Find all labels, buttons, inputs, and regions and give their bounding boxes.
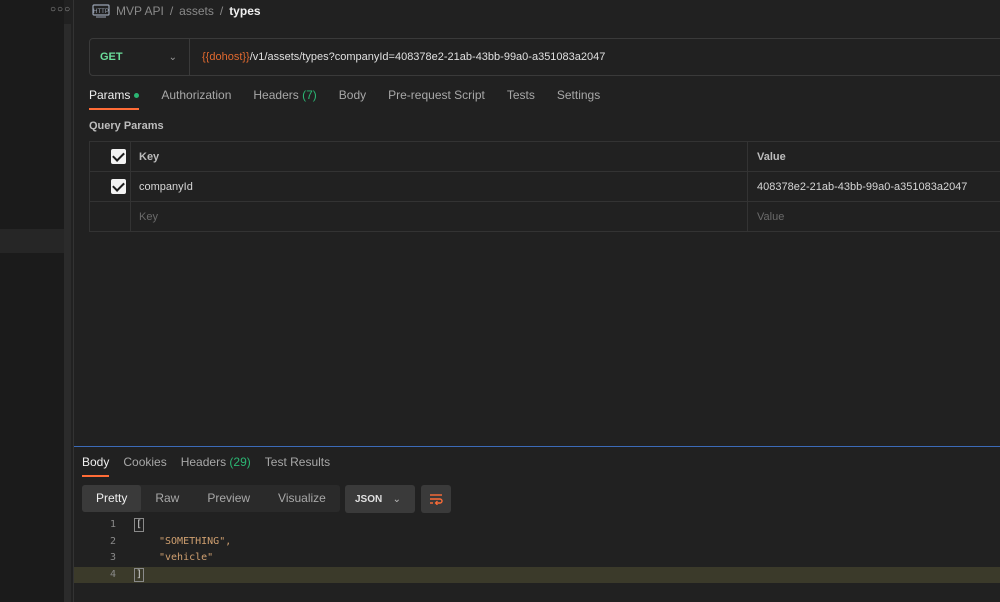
pane-resize-handle[interactable] <box>74 446 1000 447</box>
tab-pre-request-script[interactable]: Pre-request Script <box>388 88 485 108</box>
key-column-header: Key <box>139 151 160 163</box>
format-label: JSON <box>355 493 383 505</box>
response-body-editor[interactable]: 1 [ 2 "SOMETHING", 3 "vehicle" 4 ] <box>74 517 1000 583</box>
tab-response-headers[interactable]: Headers (29) <box>181 455 251 475</box>
method-label: GET <box>100 51 123 63</box>
tab-body[interactable]: Body <box>339 88 366 108</box>
left-sidebar: ○○○ <box>0 0 70 602</box>
breadcrumb-current[interactable]: types <box>229 4 260 18</box>
wrap-lines-icon <box>430 494 443 505</box>
breadcrumb-separator: / <box>219 4 224 18</box>
breadcrumb-collection[interactable]: MVP API <box>116 4 164 18</box>
url-input[interactable]: {{dohost}}/v1/assets/types?companyId=408… <box>190 51 605 63</box>
visualize-button[interactable]: Visualize <box>264 485 340 512</box>
tab-response-body[interactable]: Body <box>82 455 110 477</box>
table-row: companyId 408378e2-21ab-43bb-99a0-a35108… <box>90 172 1000 202</box>
headers-count: (7) <box>302 88 317 102</box>
tab-tests[interactable]: Tests <box>507 88 535 108</box>
code-text: ] <box>134 567 145 582</box>
breadcrumb-separator: / <box>169 4 174 18</box>
method-select[interactable]: GET ⌄ <box>90 39 190 75</box>
ellipsis-icon[interactable]: ○○○ <box>50 4 71 15</box>
preview-button[interactable]: Preview <box>193 485 264 512</box>
table-header-row: Key Value <box>90 142 1000 172</box>
chevron-down-icon: ⌄ <box>392 493 401 505</box>
param-value[interactable]: 408378e2-21ab-43bb-99a0-a351083a2047 <box>757 181 967 193</box>
param-key[interactable]: companyId <box>139 181 193 193</box>
url-variable: {{dohost}} <box>202 51 250 63</box>
line-number: 4 <box>109 568 116 580</box>
table-row-new: Key Value <box>90 202 1000 232</box>
select-all-checkbox[interactable] <box>111 149 126 164</box>
code-line: 2 "SOMETHING", <box>74 534 1000 551</box>
params-active-dot <box>134 93 140 99</box>
param-enabled-checkbox[interactable] <box>111 179 126 194</box>
new-value-input[interactable]: Value <box>757 211 784 223</box>
wrap-lines-button[interactable] <box>421 485 451 513</box>
query-params-title: Query Params <box>89 120 164 132</box>
svg-text:HTTP: HTTP <box>93 9 109 15</box>
tab-params[interactable]: Params <box>89 88 140 110</box>
code-text: [ <box>134 518 145 532</box>
code-line-current: 4 ] <box>74 566 1000 583</box>
tab-authorization[interactable]: Authorization <box>161 88 231 108</box>
response-tabs: Body Cookies Headers (29) Test Results <box>82 455 330 477</box>
response-headers-count: (29) <box>229 455 251 469</box>
code-text: "vehicle" <box>159 552 214 563</box>
chevron-down-icon: ⌄ <box>168 51 177 63</box>
code-line: 1 [ <box>74 517 1000 534</box>
tab-cookies[interactable]: Cookies <box>123 455 166 475</box>
sidebar-selected-item[interactable] <box>0 229 64 253</box>
line-number: 3 <box>109 552 116 563</box>
breadcrumb-folder[interactable]: assets <box>179 4 214 18</box>
code-text: "SOMETHING", <box>159 535 232 547</box>
query-params-table: Key Value companyId 408378e2-21ab-43bb-9… <box>89 141 1000 232</box>
tab-settings[interactable]: Settings <box>557 88 600 108</box>
code-line: 3 "vehicle" <box>74 550 1000 567</box>
tab-headers[interactable]: Headers (7) <box>253 88 316 108</box>
sidebar-divider <box>73 0 74 602</box>
http-request-icon: HTTP <box>92 4 110 18</box>
new-key-input[interactable]: Key <box>139 211 158 223</box>
line-number: 2 <box>109 535 116 547</box>
breadcrumb: HTTP MVP API / assets / types <box>92 2 261 20</box>
request-url-bar: GET ⌄ {{dohost}}/v1/assets/types?company… <box>89 38 1000 76</box>
pretty-button[interactable]: Pretty <box>82 485 142 512</box>
line-number: 1 <box>109 519 116 530</box>
response-view-modes: Pretty Raw Preview Visualize <box>82 485 340 512</box>
sidebar-scrollbar[interactable] <box>64 24 71 602</box>
tab-test-results[interactable]: Test Results <box>265 455 330 475</box>
request-tabs: Params Authorization Headers (7) Body Pr… <box>89 88 600 110</box>
raw-button[interactable]: Raw <box>141 485 193 512</box>
value-column-header: Value <box>757 151 786 163</box>
url-path: /v1/assets/types?companyId=408378e2-21ab… <box>249 51 606 63</box>
format-select[interactable]: JSON ⌄ <box>345 485 415 513</box>
